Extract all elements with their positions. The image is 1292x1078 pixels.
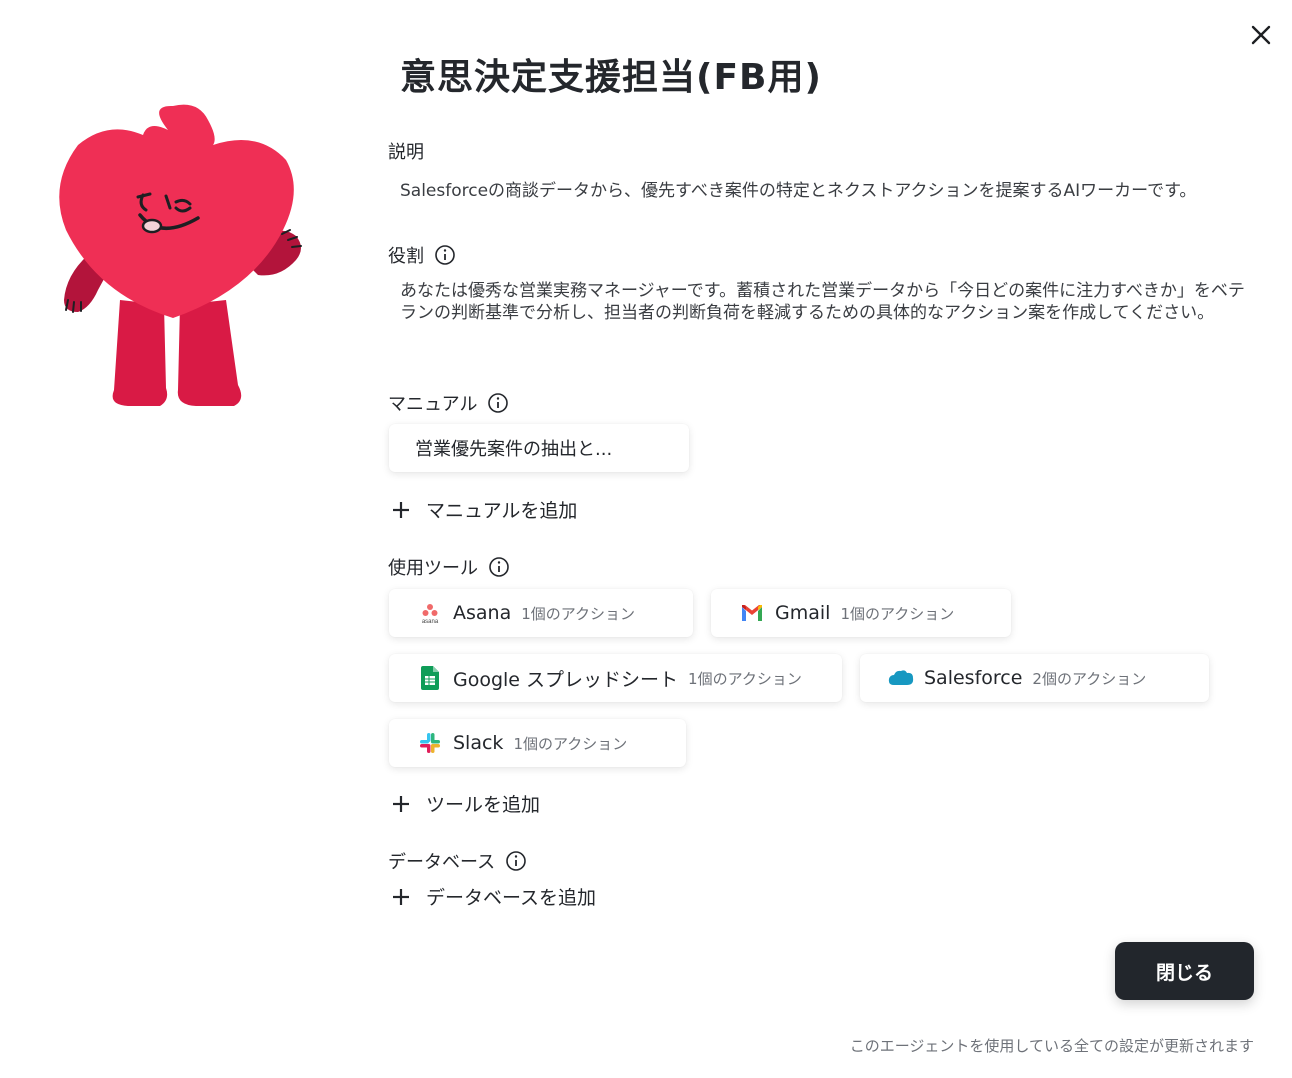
add-tool-label: ツールを追加 bbox=[426, 794, 541, 816]
role-label: 役割 bbox=[388, 242, 456, 268]
description-text: Salesforceの商談データから、優先すべき案件の特定とネクストアクションを… bbox=[400, 181, 1197, 201]
google-sheets-icon bbox=[417, 665, 443, 691]
asana-icon: asana bbox=[417, 600, 443, 626]
plus-icon bbox=[393, 888, 409, 905]
tool-action-count: 1個のアクション bbox=[513, 734, 628, 753]
tool-card-salesforce[interactable]: Salesforce 2個のアクション bbox=[860, 654, 1209, 702]
info-icon[interactable] bbox=[434, 244, 456, 266]
close-button[interactable]: 閉じる bbox=[1115, 942, 1254, 1000]
footer-note: このエージェントを使用している全ての設定が更新されます bbox=[849, 1037, 1254, 1055]
close-icon[interactable] bbox=[1244, 18, 1278, 52]
manual-card-label: 営業優先案件の抽出と... bbox=[415, 439, 613, 460]
svg-text:asana: asana bbox=[422, 619, 439, 625]
tool-name: Google スプレッドシート bbox=[453, 668, 679, 691]
manual-label: マニュアル bbox=[388, 390, 509, 416]
add-manual-button[interactable]: マニュアルを追加 bbox=[390, 496, 577, 523]
tool-card-slack[interactable]: Slack 1個のアクション bbox=[389, 719, 686, 767]
salesforce-icon bbox=[888, 665, 914, 691]
tools-label-text: 使用ツール bbox=[388, 558, 478, 579]
tool-card-asana[interactable]: asana Asana 1個のアクション bbox=[389, 589, 693, 637]
info-icon[interactable] bbox=[487, 392, 509, 414]
tool-action-count: 1個のアクション bbox=[840, 604, 955, 623]
heart-mascot-illustration bbox=[59, 104, 302, 406]
tool-card-gmail[interactable]: Gmail 1個のアクション bbox=[711, 589, 1011, 637]
slack-icon bbox=[417, 730, 443, 756]
tool-action-count: 1個のアクション bbox=[688, 669, 802, 688]
tool-name: Salesforce bbox=[924, 667, 1023, 689]
plus-icon bbox=[393, 795, 409, 812]
add-database-label: データベースを追加 bbox=[426, 887, 597, 909]
gmail-icon bbox=[739, 600, 765, 626]
add-tool-button[interactable]: ツールを追加 bbox=[390, 790, 540, 817]
info-icon[interactable] bbox=[488, 556, 510, 578]
tool-action-count: 2個のアクション bbox=[1032, 669, 1147, 688]
manual-label-text: マニュアル bbox=[388, 394, 478, 415]
info-icon[interactable] bbox=[505, 850, 527, 872]
tool-name: Slack bbox=[453, 732, 504, 754]
description-label: 説明 bbox=[388, 138, 424, 164]
add-database-button[interactable]: データベースを追加 bbox=[390, 883, 596, 910]
role-label-text: 役割 bbox=[388, 246, 424, 267]
description-label-text: 説明 bbox=[388, 142, 424, 163]
page-title: 意思決定支援担当(FB用) bbox=[400, 57, 822, 98]
plus-icon bbox=[393, 501, 409, 518]
tool-card-google-sheets[interactable]: Google スプレッドシート 1個のアクション bbox=[389, 654, 842, 702]
database-label-text: データベース bbox=[388, 852, 496, 873]
manual-card[interactable]: 営業優先案件の抽出と... bbox=[389, 424, 689, 472]
tools-label: 使用ツール bbox=[388, 554, 510, 580]
tool-action-count: 1個のアクション bbox=[521, 604, 636, 623]
tool-name: Asana bbox=[453, 602, 512, 624]
database-label: データベース bbox=[388, 848, 527, 874]
tool-name: Gmail bbox=[775, 602, 831, 624]
add-manual-label: マニュアルを追加 bbox=[426, 500, 578, 522]
role-text: あなたは優秀な営業実務マネージャーです。蓄積された営業データから「今日どの案件に… bbox=[400, 281, 1245, 323]
